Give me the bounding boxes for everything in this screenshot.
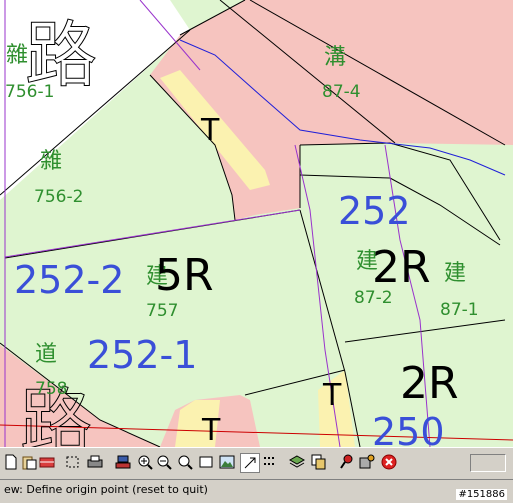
map-canvas[interactable]: 路 路 雜 756-1 溝 87-4 雜 756-2 建 757 建 87-2 … [0,0,513,447]
lot-number: 252 [338,189,411,233]
image-icon[interactable] [218,453,236,471]
zone-label: 2R [372,242,431,293]
parcel-number: 756-1 [5,82,54,102]
stop-icon[interactable] [380,453,398,471]
lot-number: 250 [372,410,445,447]
lot-number: 252-2 [14,258,124,302]
layers-icon[interactable] [288,453,306,471]
parcel-number: 87-4 [322,82,361,102]
zoom-window-icon[interactable] [176,453,194,471]
landuse-label: 道 [35,342,57,367]
landuse-label: 溝 [324,45,346,70]
paste-icon[interactable] [20,453,38,471]
pin-icon[interactable] [338,453,356,471]
arrow-icon[interactable] [240,453,260,473]
stamp-icon[interactable] [114,453,132,471]
parcel-number: 758 [35,379,67,399]
zone-label: 2R [400,358,459,409]
tee-label: T [200,113,220,148]
landuse-label: 雜 [6,43,28,68]
parcel-number: 757 [146,301,178,321]
toolbar [0,447,513,479]
copy-icon[interactable] [310,453,328,471]
landuse-label: 建 [444,261,466,286]
print-icon[interactable] [86,453,104,471]
map-svg[interactable]: 路 路 雜 756-1 溝 87-4 雜 756-2 建 757 建 87-2 … [0,0,513,447]
zoom-in-icon[interactable] [136,453,154,471]
scale-field[interactable] [470,454,506,472]
tee-label: T [322,378,342,413]
zoom-out-icon[interactable] [155,453,173,471]
zone-label: 5R [155,250,214,301]
lot-number: 252-1 [87,333,197,377]
status-code: #151886 [456,489,507,500]
grid-points-icon[interactable] [260,453,278,471]
rectangle-icon[interactable] [197,453,215,471]
status-message: ew: Define origin point (reset to quit) [4,483,208,496]
eraser-icon[interactable] [38,453,56,471]
parcel-number: 756-2 [34,187,83,207]
parcel-number: 87-1 [440,300,479,320]
new-page-icon[interactable] [2,453,20,471]
landuse-label: 雜 [40,149,62,174]
tee-label: T [201,413,221,447]
status-bar: ew: Define origin point (reset to quit) … [0,479,513,503]
pin-image-icon[interactable] [358,453,376,471]
select-box-icon[interactable] [64,453,82,471]
